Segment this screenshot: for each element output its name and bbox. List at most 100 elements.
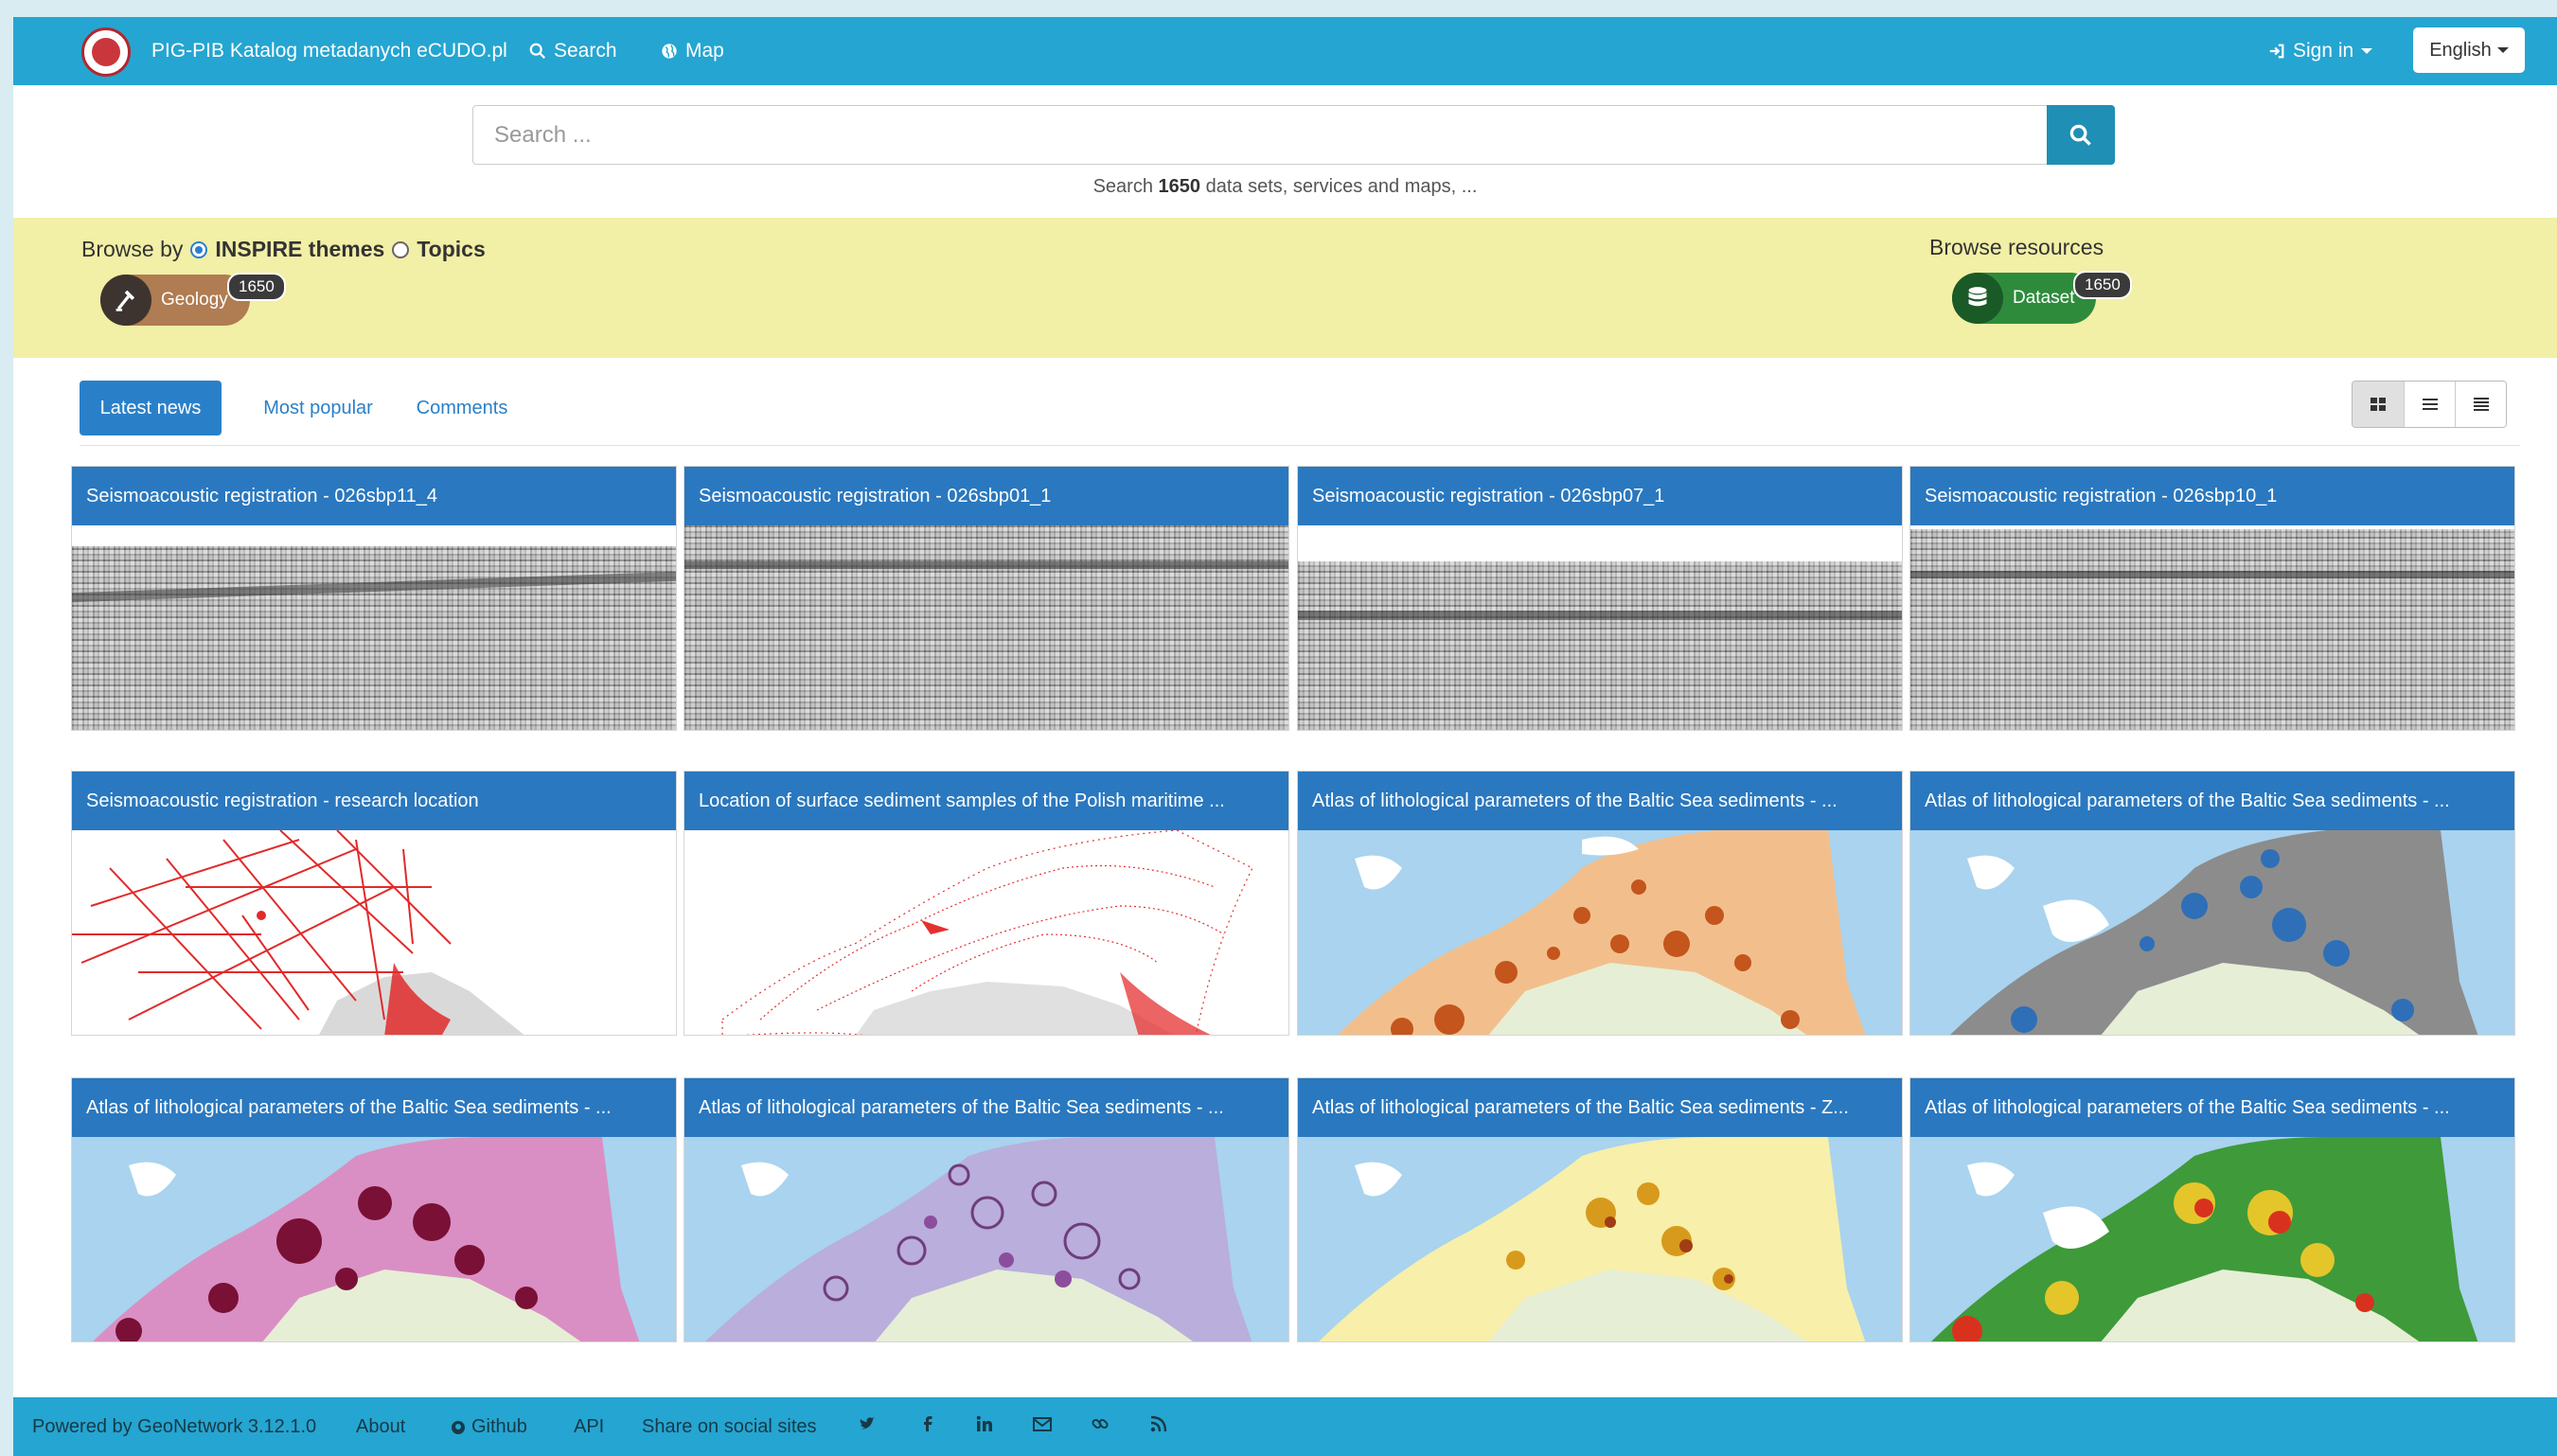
card-title[interactable]: Seismoacoustic registration - 026sbp07_1 <box>1298 467 1902 525</box>
dataset-count-badge: 1650 <box>2073 271 2132 299</box>
search-hint-count: 1650 <box>1158 176 1201 197</box>
map-thumbnail <box>684 1137 1288 1341</box>
tab-comments[interactable]: Comments <box>405 381 519 435</box>
card-title[interactable]: Atlas of lithological parameters of the … <box>72 1078 676 1137</box>
page: PIG-PIB Katalog metadanych eCUDO.pl Sear… <box>13 17 2557 1456</box>
card-title[interactable]: Seismoacoustic registration - research l… <box>72 772 676 830</box>
geology-label: Geology <box>161 290 228 310</box>
card-title[interactable]: Seismoacoustic registration - 026sbp01_1 <box>684 467 1288 525</box>
map-thumbnail <box>684 830 1288 1035</box>
radio-inspire-themes[interactable] <box>190 240 208 258</box>
nav-search-label: Search <box>554 40 617 62</box>
search-bar <box>472 105 2115 165</box>
share-label: Share on social sites <box>642 1416 817 1437</box>
compact-list-icon <box>2473 398 2489 411</box>
twitter-icon[interactable] <box>858 1414 877 1433</box>
compact-view-button[interactable] <box>2455 382 2506 427</box>
card-title[interactable]: Atlas of lithological parameters of the … <box>1910 772 2514 830</box>
dataset-label: Dataset <box>2013 288 2075 308</box>
seismic-thumbnail <box>684 525 1288 730</box>
footer: Powered by GeoNetwork 3.12.1.0 About Git… <box>13 1397 2557 1456</box>
hammer-icon <box>100 275 151 326</box>
search-icon <box>2069 124 2091 146</box>
tab-latest-news[interactable]: Latest news <box>80 381 222 435</box>
language-label: English <box>2429 39 2492 61</box>
seismic-thumbnail <box>1298 525 1902 730</box>
card-title[interactable]: Seismoacoustic registration - 026sbp11_4 <box>72 467 676 525</box>
result-card[interactable]: Atlas of lithological parameters of the … <box>1909 771 2515 1036</box>
radio-topics-label[interactable]: Topics <box>417 237 485 262</box>
brand-link[interactable]: PIG-PIB Katalog metadanych eCUDO.pl <box>151 40 507 62</box>
facebook-icon[interactable] <box>918 1414 937 1433</box>
card-title[interactable]: Seismoacoustic registration - 026sbp10_1 <box>1910 467 2514 525</box>
card-title[interactable]: Location of surface sediment samples of … <box>684 772 1288 830</box>
rss-icon[interactable] <box>1149 1414 1168 1433</box>
tab-most-popular[interactable]: Most popular <box>248 381 388 435</box>
card-title[interactable]: Atlas of lithological parameters of the … <box>1910 1078 2514 1137</box>
result-card[interactable]: Atlas of lithological parameters of the … <box>1909 1077 2515 1342</box>
footer-github-link[interactable]: Github <box>451 1416 527 1438</box>
search-icon <box>529 43 545 59</box>
result-card[interactable]: Seismoacoustic registration - research l… <box>71 771 677 1036</box>
card-title[interactable]: Atlas of lithological parameters of the … <box>684 1078 1288 1137</box>
sign-in-icon <box>2269 44 2284 59</box>
result-card[interactable]: Atlas of lithological parameters of the … <box>1297 1077 1903 1342</box>
chevron-down-icon <box>2496 47 2509 53</box>
search-hint: Search 1650 data sets, services and maps… <box>13 176 2557 198</box>
browse-section: Browse by INSPIRE themes Topics Browse r… <box>13 218 2557 358</box>
footer-github-label: Github <box>471 1416 527 1437</box>
map-thumbnail <box>72 1137 676 1341</box>
globe-icon <box>662 44 677 59</box>
map-thumbnail <box>72 830 676 1035</box>
language-dropdown[interactable]: English <box>2413 27 2525 73</box>
nav-map-label: Map <box>685 40 724 62</box>
result-card[interactable]: Seismoacoustic registration - 026sbp07_1 <box>1297 466 1903 731</box>
list-icon <box>2422 399 2438 410</box>
footer-api-link[interactable]: API <box>574 1416 604 1438</box>
top-navbar: PIG-PIB Katalog metadanych eCUDO.pl Sear… <box>13 17 2557 85</box>
search-input[interactable] <box>472 105 2047 165</box>
list-view-button[interactable] <box>2404 382 2455 427</box>
search-hint-suffix: data sets, services and maps, ... <box>1205 176 1478 197</box>
logo[interactable] <box>81 27 131 77</box>
result-card[interactable]: Seismoacoustic registration - 026sbp01_1 <box>684 466 1289 731</box>
result-card[interactable]: Atlas of lithological parameters of the … <box>684 1077 1289 1342</box>
result-card[interactable]: Location of surface sediment samples of … <box>684 771 1289 1036</box>
result-card[interactable]: Seismoacoustic registration - 026sbp10_1 <box>1909 466 2515 731</box>
tabs-divider <box>80 445 2520 446</box>
grid-view-button[interactable] <box>2353 382 2404 427</box>
seismic-thumbnail <box>1910 525 2514 730</box>
sign-in-dropdown[interactable]: Sign in <box>2268 40 2373 62</box>
view-mode-group <box>2352 381 2507 428</box>
email-icon[interactable] <box>1032 1414 1053 1433</box>
map-thumbnail <box>1298 830 1902 1035</box>
search-hint-prefix: Search <box>1092 176 1153 197</box>
grid-icon <box>2371 398 2386 411</box>
result-card[interactable]: Atlas of lithological parameters of the … <box>1297 771 1903 1036</box>
card-title[interactable]: Atlas of lithological parameters of the … <box>1298 1078 1902 1137</box>
linkedin-icon[interactable] <box>975 1414 994 1433</box>
browse-resources-label: Browse resources <box>1929 235 2104 259</box>
link-icon[interactable] <box>1091 1414 1110 1433</box>
browse-by-label: Browse by <box>81 237 184 261</box>
sign-in-label: Sign in <box>2293 40 2354 62</box>
search-button[interactable] <box>2047 105 2115 165</box>
footer-about-link[interactable]: About <box>356 1416 405 1438</box>
nav-map-link[interactable]: Map <box>661 40 724 62</box>
radio-inspire-label[interactable]: INSPIRE themes <box>215 237 384 262</box>
database-icon <box>1952 273 2003 324</box>
github-icon <box>452 1420 465 1434</box>
seismic-thumbnail <box>72 525 676 730</box>
map-thumbnail <box>1910 830 2514 1035</box>
card-title[interactable]: Atlas of lithological parameters of the … <box>1298 772 1902 830</box>
radio-topics[interactable] <box>392 240 410 258</box>
nav-search-link[interactable]: Search <box>529 40 617 62</box>
result-card[interactable]: Atlas of lithological parameters of the … <box>71 1077 677 1342</box>
chevron-down-icon <box>2361 48 2373 54</box>
browse-by: Browse by INSPIRE themes Topics <box>81 237 486 262</box>
result-card[interactable]: Seismoacoustic registration - 026sbp11_4 <box>71 466 677 731</box>
geology-count-badge: 1650 <box>227 273 286 301</box>
powered-by-label: Powered by GeoNetwork 3.12.1.0 <box>32 1416 317 1437</box>
map-thumbnail <box>1910 1137 2514 1341</box>
map-thumbnail <box>1298 1137 1902 1341</box>
